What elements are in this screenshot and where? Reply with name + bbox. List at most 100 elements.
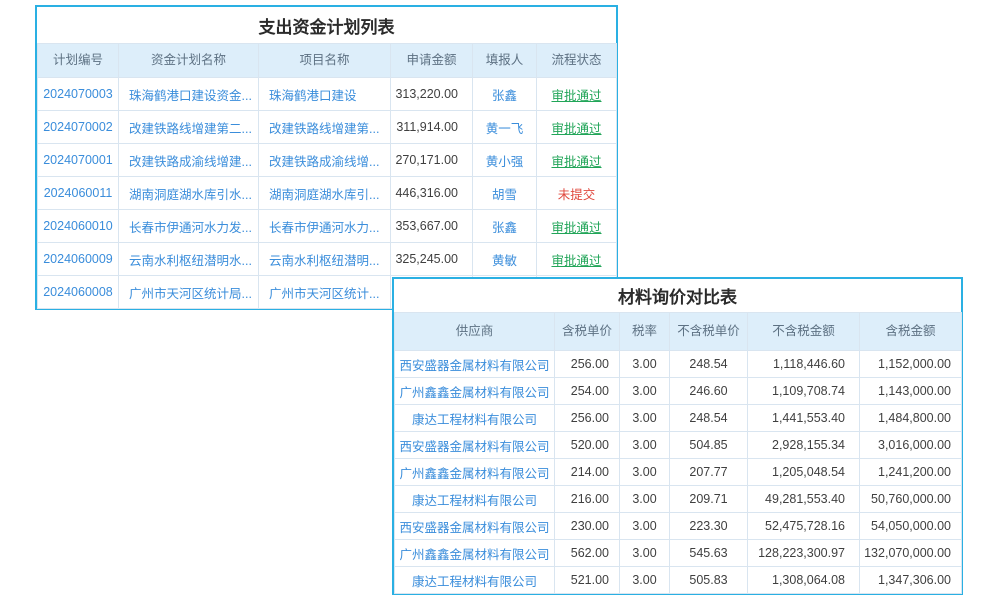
material-quote-table: 供应商含税单价税率不含税单价不含税金额含税金额 西安盛器金属材料有限公司256.… [394, 312, 962, 594]
tax-rate: 3.00 [620, 405, 670, 432]
flow-status-approved[interactable]: 审批通过 [537, 78, 617, 111]
unit-price-excl-tax: 248.54 [670, 351, 748, 378]
project-name-link[interactable]: 云南水利枢纽潜明... [259, 243, 391, 276]
unit-price-excl-tax: 207.77 [670, 459, 748, 486]
column-header: 供应商 [395, 313, 555, 351]
supplier-link[interactable]: 康达工程材料有限公司 [395, 405, 555, 432]
quote-table-row: 康达工程材料有限公司521.003.00505.831,308,064.081,… [395, 567, 962, 594]
supplier-link[interactable]: 广州鑫鑫金属材料有限公司 [395, 540, 555, 567]
reporter-link[interactable]: 张鑫 [473, 210, 537, 243]
quote-table-row: 康达工程材料有限公司216.003.00209.7149,281,553.405… [395, 486, 962, 513]
amount-incl-tax: 54,050,000.00 [860, 513, 962, 540]
unit-price-excl-tax: 505.83 [670, 567, 748, 594]
amount-excl-tax: 2,928,155.34 [748, 432, 860, 459]
tax-rate: 3.00 [620, 567, 670, 594]
plan-number-link[interactable]: 2024070001 [38, 144, 119, 177]
supplier-link[interactable]: 康达工程材料有限公司 [395, 486, 555, 513]
column-header: 计划编号 [38, 44, 119, 78]
unit-price-incl-tax: 230.00 [555, 513, 620, 540]
unit-price-incl-tax: 214.00 [555, 459, 620, 486]
material-quote-table-card: 材料询价对比表 供应商含税单价税率不含税单价不含税金额含税金额 西安盛器金属材料… [392, 277, 963, 595]
supplier-link[interactable]: 广州鑫鑫金属材料有限公司 [395, 378, 555, 405]
project-name-link[interactable]: 长春市伊通河水力... [259, 210, 391, 243]
amount-excl-tax: 1,308,064.08 [748, 567, 860, 594]
reporter-link[interactable]: 黄一飞 [473, 111, 537, 144]
flow-status-not_submitted: 未提交 [537, 177, 617, 210]
amount-excl-tax: 1,441,553.40 [748, 405, 860, 432]
column-header: 税率 [620, 313, 670, 351]
unit-price-excl-tax: 209.71 [670, 486, 748, 513]
plan-name-link[interactable]: 广州市天河区统计局... [119, 276, 259, 309]
plan-number-link[interactable]: 2024060009 [38, 243, 119, 276]
unit-price-incl-tax: 216.00 [555, 486, 620, 513]
plan-name-link[interactable]: 珠海鹤港口建设资金... [119, 78, 259, 111]
expense-plan-table-card: 支出资金计划列表 计划编号资金计划名称项目名称申请金额填报人流程状态 20240… [35, 5, 618, 310]
project-name-link[interactable]: 改建铁路线增建第... [259, 111, 391, 144]
tax-rate: 3.00 [620, 513, 670, 540]
flow-status-approved[interactable]: 审批通过 [537, 210, 617, 243]
plan-name-link[interactable]: 改建铁路线增建第二... [119, 111, 259, 144]
plan-table-row: 2024070001改建铁路成渝线增建...改建铁路成渝线增...270,171… [38, 144, 617, 177]
column-header: 流程状态 [537, 44, 617, 78]
quote-table-row: 西安盛器金属材料有限公司256.003.00248.541,118,446.60… [395, 351, 962, 378]
unit-price-excl-tax: 246.60 [670, 378, 748, 405]
unit-price-excl-tax: 504.85 [670, 432, 748, 459]
material-quote-header-row: 供应商含税单价税率不含税单价不含税金额含税金额 [395, 313, 962, 351]
quote-table-row: 广州鑫鑫金属材料有限公司254.003.00246.601,109,708.74… [395, 378, 962, 405]
amount-excl-tax: 49,281,553.40 [748, 486, 860, 513]
flow-status-approved[interactable]: 审批通过 [537, 111, 617, 144]
amount-value: 270,171.00 [391, 144, 473, 177]
project-name-link[interactable]: 改建铁路成渝线增... [259, 144, 391, 177]
amount-incl-tax: 50,760,000.00 [860, 486, 962, 513]
reporter-link[interactable]: 胡雪 [473, 177, 537, 210]
amount-value: 313,220.00 [391, 78, 473, 111]
plan-table-row: 2024070002改建铁路线增建第二...改建铁路线增建第...311,914… [38, 111, 617, 144]
unit-price-incl-tax: 256.00 [555, 405, 620, 432]
project-name-link[interactable]: 广州市天河区统计... [259, 276, 391, 309]
column-header: 申请金额 [391, 44, 473, 78]
flow-status-approved[interactable]: 审批通过 [537, 144, 617, 177]
reporter-link[interactable]: 黄敏 [473, 243, 537, 276]
unit-price-excl-tax: 545.63 [670, 540, 748, 567]
project-name-link[interactable]: 珠海鹤港口建设 [259, 78, 391, 111]
reporter-link[interactable]: 张鑫 [473, 78, 537, 111]
plan-table-row: 2024070003珠海鹤港口建设资金...珠海鹤港口建设313,220.00张… [38, 78, 617, 111]
plan-number-link[interactable]: 2024060010 [38, 210, 119, 243]
supplier-link[interactable]: 西安盛器金属材料有限公司 [395, 351, 555, 378]
unit-price-incl-tax: 520.00 [555, 432, 620, 459]
project-name-link[interactable]: 湖南洞庭湖水库引... [259, 177, 391, 210]
amount-incl-tax: 1,143,000.00 [860, 378, 962, 405]
column-header: 含税金额 [860, 313, 962, 351]
tax-rate: 3.00 [620, 540, 670, 567]
plan-table-row: 2024060010长春市伊通河水力发...长春市伊通河水力...353,667… [38, 210, 617, 243]
unit-price-incl-tax: 254.00 [555, 378, 620, 405]
plan-number-link[interactable]: 2024060008 [38, 276, 119, 309]
amount-value: 325,245.00 [391, 243, 473, 276]
unit-price-excl-tax: 248.54 [670, 405, 748, 432]
plan-number-link[interactable]: 2024060011 [38, 177, 119, 210]
amount-incl-tax: 1,484,800.00 [860, 405, 962, 432]
supplier-link[interactable]: 康达工程材料有限公司 [395, 567, 555, 594]
column-header: 不含税单价 [670, 313, 748, 351]
supplier-link[interactable]: 西安盛器金属材料有限公司 [395, 432, 555, 459]
plan-table-row: 2024060009云南水利枢纽潜明水...云南水利枢纽潜明...325,245… [38, 243, 617, 276]
plan-name-link[interactable]: 改建铁路成渝线增建... [119, 144, 259, 177]
quote-table-row: 广州鑫鑫金属材料有限公司214.003.00207.771,205,048.54… [395, 459, 962, 486]
plan-name-link[interactable]: 湖南洞庭湖水库引水... [119, 177, 259, 210]
plan-name-link[interactable]: 云南水利枢纽潜明水... [119, 243, 259, 276]
plan-number-link[interactable]: 2024070003 [38, 78, 119, 111]
expense-plan-header-row: 计划编号资金计划名称项目名称申请金额填报人流程状态 [38, 44, 617, 78]
quote-table-row: 西安盛器金属材料有限公司230.003.00223.3052,475,728.1… [395, 513, 962, 540]
quote-table-row: 广州鑫鑫金属材料有限公司562.003.00545.63128,223,300.… [395, 540, 962, 567]
supplier-link[interactable]: 广州鑫鑫金属材料有限公司 [395, 459, 555, 486]
material-quote-table-title: 材料询价对比表 [394, 279, 961, 312]
plan-number-link[interactable]: 2024070002 [38, 111, 119, 144]
page: { "colors": { "panel_border": "#2ab0e3",… [0, 0, 1000, 600]
plan-name-link[interactable]: 长春市伊通河水力发... [119, 210, 259, 243]
column-header: 填报人 [473, 44, 537, 78]
tax-rate: 3.00 [620, 432, 670, 459]
tax-rate: 3.00 [620, 459, 670, 486]
reporter-link[interactable]: 黄小强 [473, 144, 537, 177]
supplier-link[interactable]: 西安盛器金属材料有限公司 [395, 513, 555, 540]
flow-status-approved[interactable]: 审批通过 [537, 243, 617, 276]
